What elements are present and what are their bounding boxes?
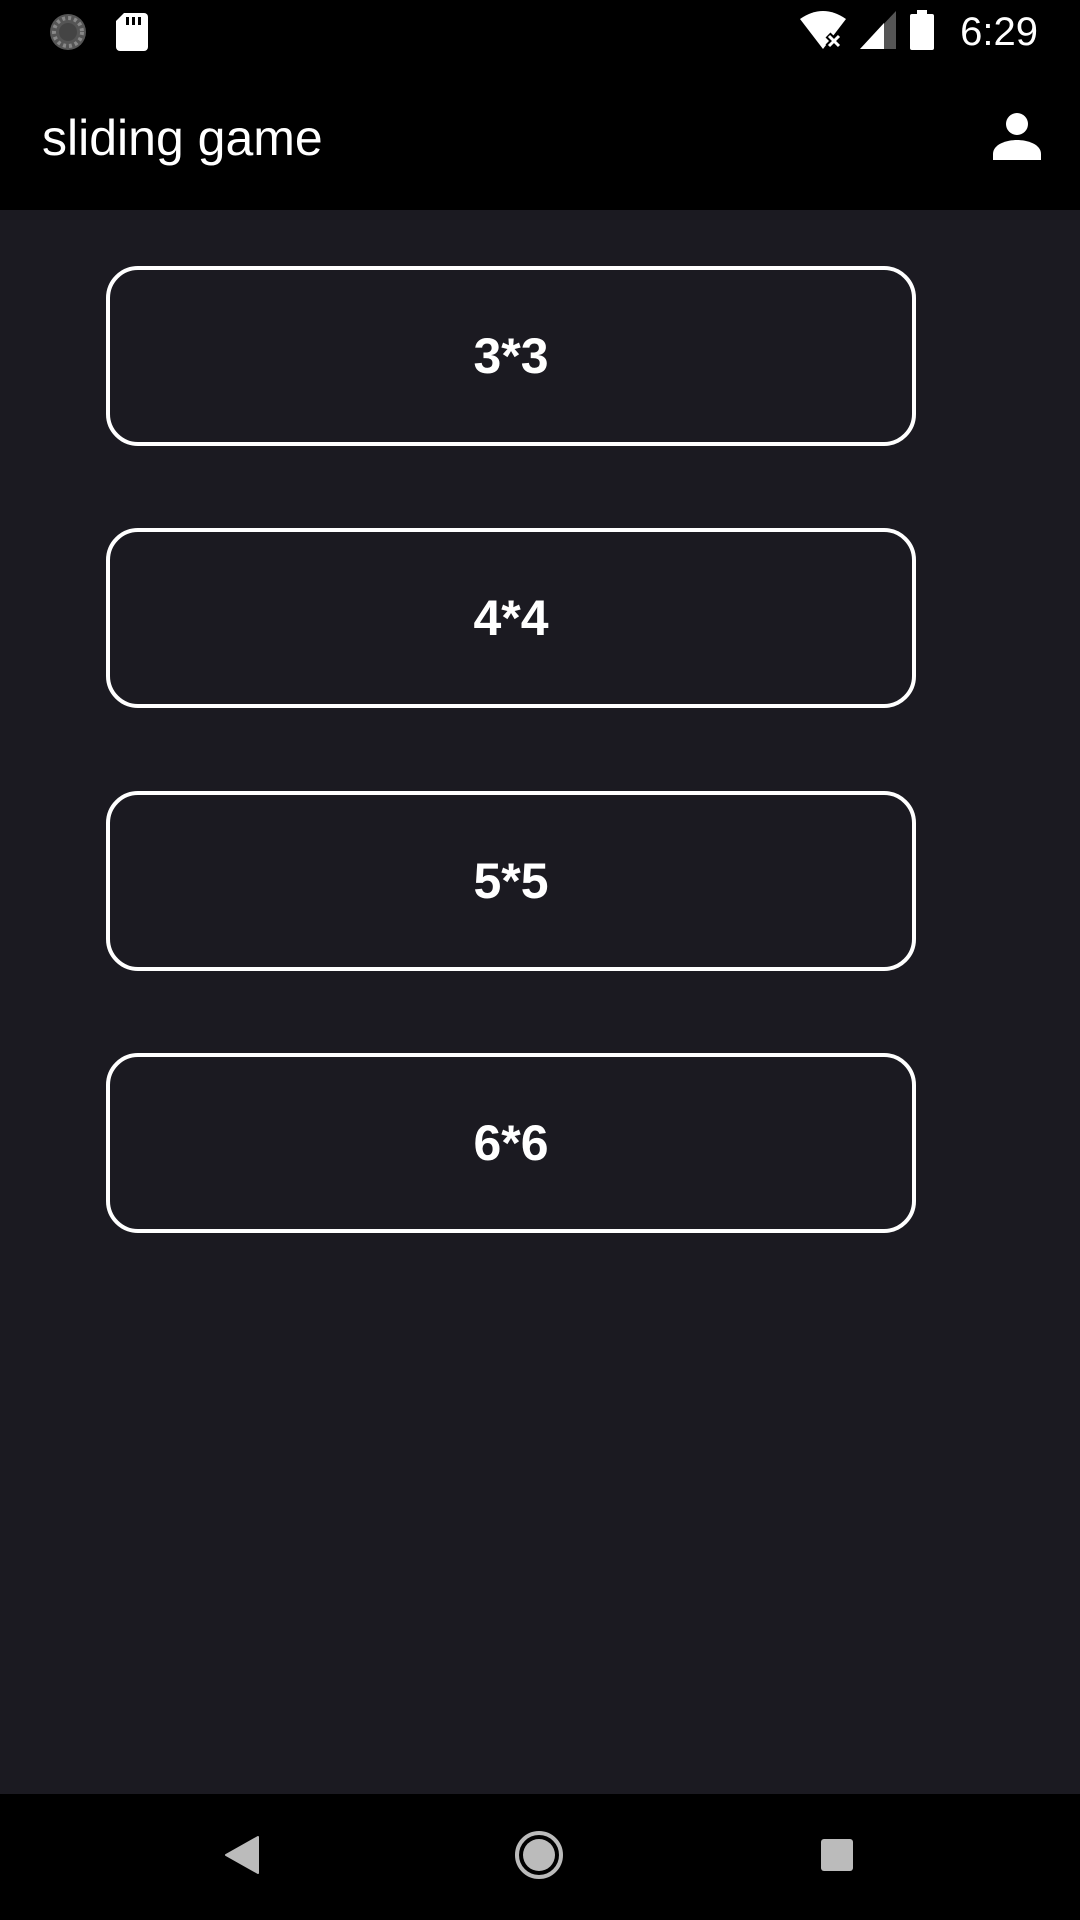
recents-icon [819,1837,855,1878]
grid-5x5-button[interactable]: 5*5 [106,791,916,971]
grid-size-list: 3*3 4*4 5*5 6*6 [0,210,1080,1794]
grid-4x4-button[interactable]: 4*4 [106,528,916,708]
status-right: 6:29 [800,8,1038,56]
navigation-bar [0,1794,1080,1920]
back-button[interactable] [206,1821,278,1893]
grid-3x3-button[interactable]: 3*3 [106,266,916,446]
loading-icon [48,12,88,57]
app-bar: sliding game [0,63,1080,210]
recents-button[interactable] [801,1821,873,1893]
home-button[interactable] [503,1821,575,1893]
status-left [48,12,148,57]
back-icon [224,1835,260,1880]
grid-6x6-button[interactable]: 6*6 [106,1053,916,1233]
cell-signal-icon [860,10,897,54]
person-icon [993,112,1041,165]
battery-icon [910,9,935,55]
wifi-off-icon [800,10,847,54]
status-clock: 6:29 [960,10,1038,54]
home-icon [513,1829,565,1886]
status-bar: 6:29 [0,0,1080,63]
account-button[interactable] [984,105,1050,171]
app-title: sliding game [42,110,323,166]
sd-card-icon [116,13,148,56]
